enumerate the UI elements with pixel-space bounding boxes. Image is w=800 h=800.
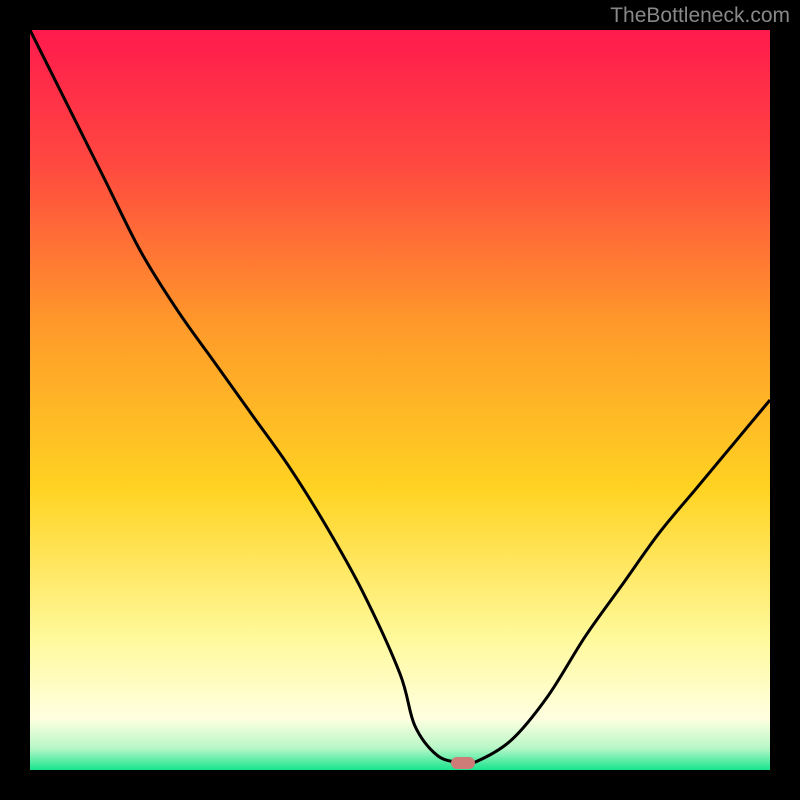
chart-area (30, 30, 770, 770)
optimal-point-marker (451, 757, 475, 769)
bottleneck-curve (30, 30, 770, 770)
watermark-text: TheBottleneck.com (610, 4, 790, 28)
